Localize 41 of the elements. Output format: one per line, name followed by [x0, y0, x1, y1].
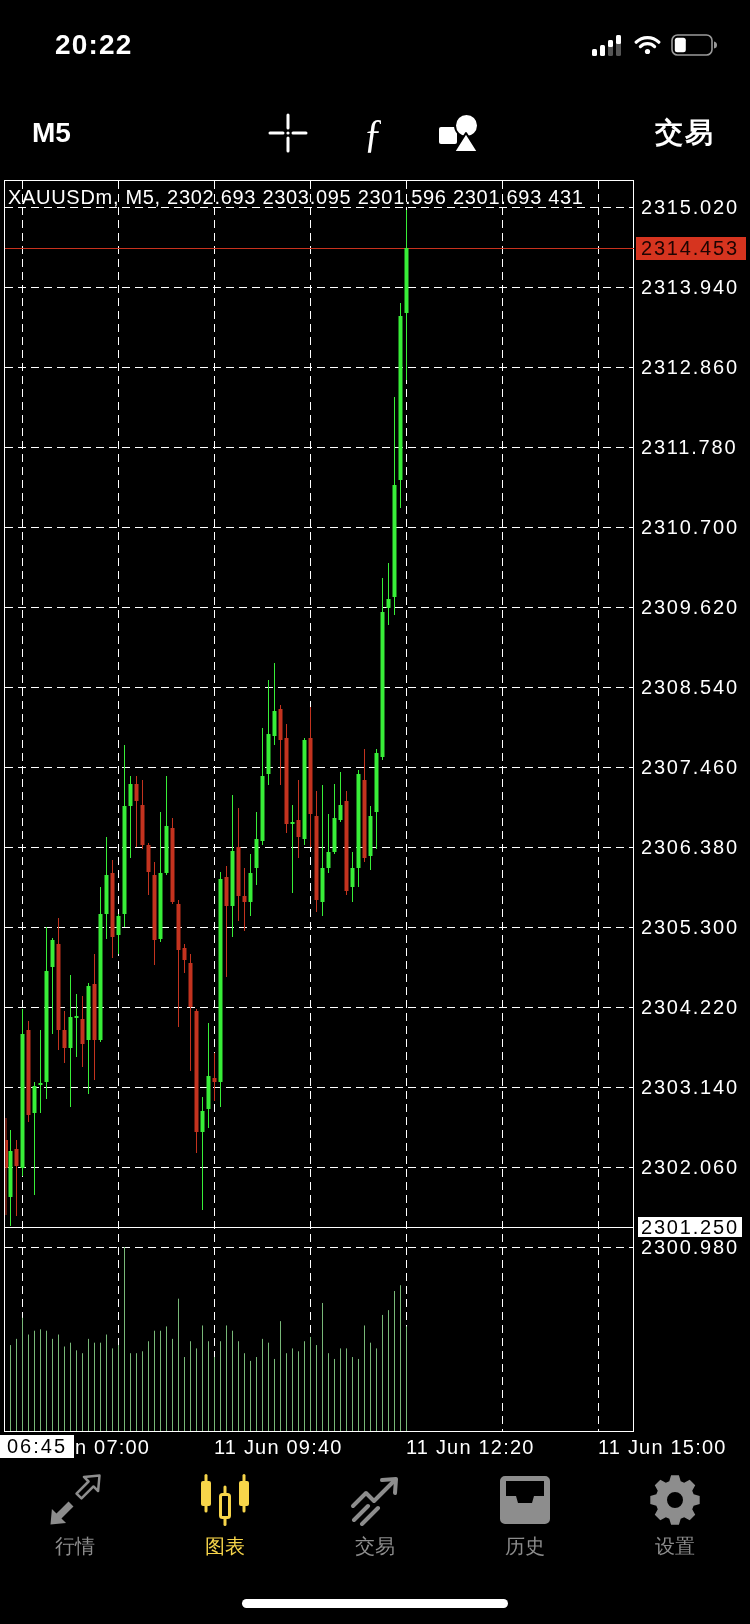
- shapes-icon[interactable]: [439, 112, 479, 153]
- price-label: 2315.020: [641, 197, 739, 216]
- price-label: 2309.620: [641, 597, 739, 616]
- wifi-icon: [634, 35, 661, 55]
- time-label: n 07:00: [75, 1438, 151, 1456]
- price-label: 2303.140: [641, 1077, 739, 1096]
- tab[interactable]: 设置: [600, 1474, 750, 1558]
- price-label: 2308.540: [641, 677, 739, 696]
- start-time-tag: 06:45: [0, 1435, 74, 1458]
- settings-icon: [649, 1474, 701, 1526]
- time-label: 11 Jun 09:40: [214, 1438, 343, 1456]
- tab[interactable]: 交易: [300, 1474, 450, 1558]
- candlestick-icon: [199, 1474, 251, 1526]
- tray-icon: [499, 1474, 551, 1526]
- price-label: 2310.700: [641, 517, 739, 536]
- tab[interactable]: 图表: [150, 1474, 300, 1558]
- arrows-icon: [49, 1474, 101, 1526]
- tab[interactable]: 历史: [450, 1474, 600, 1558]
- timeframe-button[interactable]: M5: [32, 116, 71, 149]
- price-label: 2313.940: [641, 277, 739, 296]
- time-label: 11 Jun 15:00: [598, 1438, 727, 1456]
- price-label: 2304.220: [641, 997, 739, 1016]
- chart-header: XAUUSDm, M5, 2302.693 2303.095 2301.596 2301.693 431: [8, 186, 584, 208]
- tab[interactable]: 行情: [0, 1474, 150, 1558]
- current-price-tag: 2314.453: [636, 237, 746, 260]
- indicator-button[interactable]: ƒ: [358, 110, 389, 155]
- battery-icon: [671, 34, 718, 56]
- price-label: 2302.060: [641, 1157, 739, 1176]
- price-label: 2305.300: [641, 917, 739, 936]
- status-time: 20:22: [55, 29, 133, 61]
- price-label: 2300.980: [641, 1237, 739, 1256]
- price-label: 2307.460: [641, 757, 739, 776]
- time-label: 11 Jun 12:20: [406, 1438, 535, 1456]
- price-label: 2311.780: [641, 437, 738, 456]
- level-price-tag: 2301.250: [638, 1217, 742, 1237]
- signal-icon: [592, 34, 621, 56]
- price-label: 2312.860: [641, 357, 739, 376]
- trend-arrow-icon: [349, 1474, 401, 1526]
- trade-button[interactable]: 交易: [655, 116, 715, 149]
- price-label: 2306.380: [641, 837, 739, 856]
- crosshair-icon[interactable]: [268, 112, 308, 153]
